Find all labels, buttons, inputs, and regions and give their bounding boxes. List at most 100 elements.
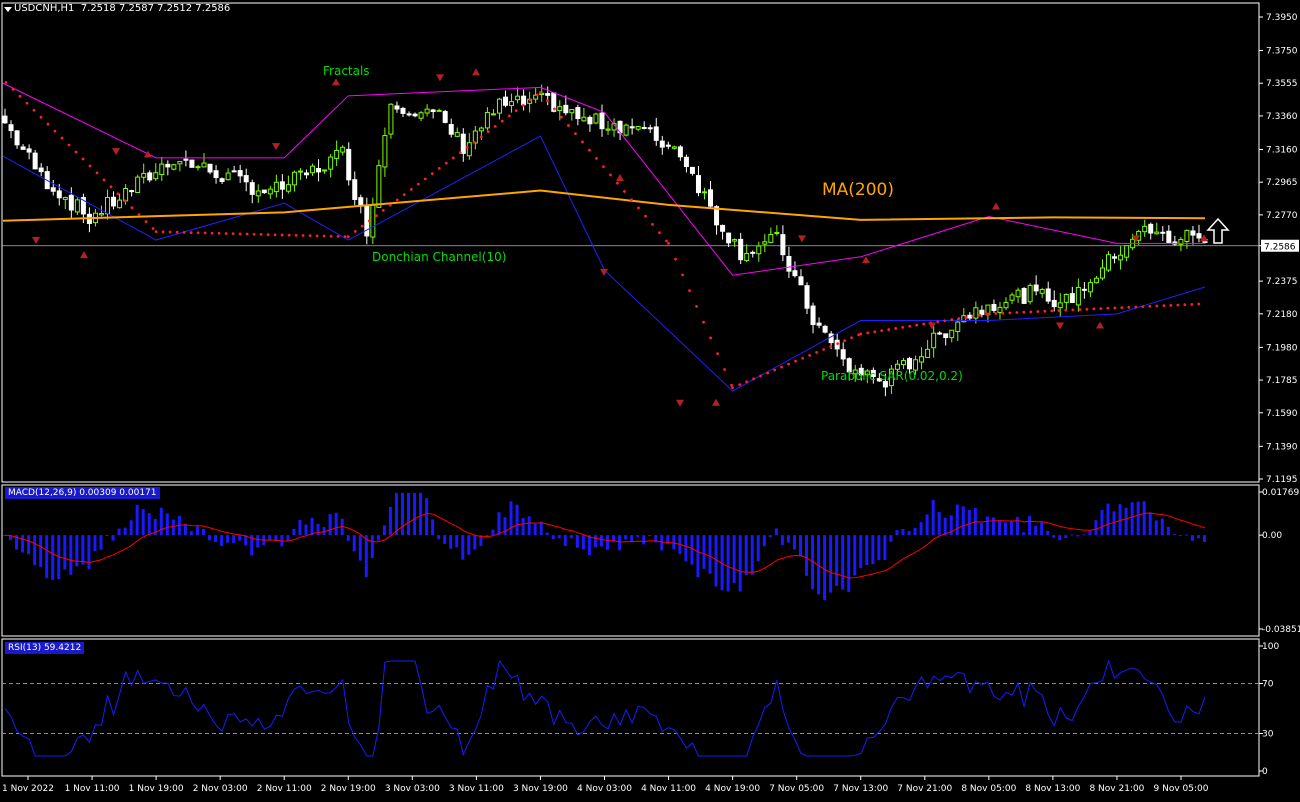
price-tick-label: 7.2770 [1266, 211, 1298, 221]
macd-bar [1028, 516, 1032, 536]
sar-dot [458, 151, 462, 155]
sar-dot [894, 327, 898, 330]
donchian-annotation: Donchian Channel(10) [372, 250, 506, 264]
macd-bar [967, 509, 971, 536]
sar-dot [1022, 310, 1026, 314]
sar-dot [11, 87, 15, 91]
sar-dot [367, 219, 371, 223]
sar-dot [880, 329, 884, 333]
macd-bar [27, 535, 31, 555]
sar-dot [674, 257, 677, 261]
macd-bar [925, 514, 929, 536]
candle-body [900, 360, 906, 366]
macd-bar [238, 535, 242, 541]
macd-bar [527, 516, 531, 536]
macd-bar [901, 528, 905, 536]
candle-body [931, 332, 937, 349]
candle-body [159, 163, 165, 176]
candle-body [171, 164, 177, 170]
rsi-pane-frame [1, 638, 1260, 777]
sar-dot [507, 114, 511, 118]
price-tick-label: 7.1390 [1266, 442, 1298, 452]
sar-dot [493, 124, 497, 128]
sar-dot [716, 352, 719, 356]
sar-dot [595, 157, 598, 160]
sar-dot [353, 230, 357, 233]
candle-body [1051, 299, 1057, 308]
sar-dot [1169, 303, 1173, 307]
time-tick-label: 2 Nov 03:00 [193, 784, 248, 794]
macd-bar [208, 535, 212, 541]
sar-dot [752, 377, 756, 381]
candle-body [8, 124, 14, 132]
sar-dot [794, 359, 798, 363]
macd-bar [768, 535, 772, 538]
sar-dot [144, 220, 148, 223]
donchian-lower-line [2, 135, 1206, 392]
sar-dot [780, 365, 784, 369]
time-tick-label: 4 Nov 19:00 [705, 784, 760, 794]
macd-bar [853, 535, 857, 576]
sar-dot [731, 386, 735, 390]
symbol-label: USDCNH,H1 [14, 3, 75, 14]
sar-dot [416, 182, 420, 186]
chart-canvas[interactable]: 7.3950 7.3750 7.3555 7.3360 7.3160 7.2965 7.27… [0, 0, 1300, 798]
macd-bar [1142, 501, 1146, 536]
candle-body [792, 270, 798, 277]
macd-bar [515, 504, 519, 536]
sar-dot [759, 374, 763, 378]
sar-dot [161, 230, 165, 234]
candle-body [840, 349, 846, 360]
candle-body [695, 175, 701, 194]
candle-body [665, 144, 671, 147]
sar-dot [808, 353, 812, 357]
candle-body [515, 95, 521, 101]
macd-bar [63, 535, 67, 570]
rsi-tick-label: 100 [1262, 642, 1279, 652]
sar-dot [1162, 304, 1166, 308]
sar-dot [137, 213, 141, 217]
sar-dot [866, 331, 870, 335]
macd-bar [847, 535, 851, 593]
macd-bar [316, 523, 320, 536]
sar-dot [521, 103, 525, 107]
candle-body [1142, 225, 1148, 233]
macd-bar [581, 535, 585, 550]
sar-dot [957, 317, 961, 320]
candle-body [822, 325, 828, 333]
macd-bar [165, 513, 169, 536]
sar-dot [1029, 310, 1033, 314]
ohlc-values: 7.2518 7.2587 7.2512 7.2586 [80, 3, 231, 14]
sar-dot [922, 322, 926, 326]
candle-body [1148, 223, 1154, 234]
candle-body [575, 107, 581, 120]
fractal-arrow [144, 150, 152, 158]
fractals-annotation: Fractals [323, 64, 370, 78]
sar-dot [1148, 304, 1152, 308]
macd-bar [268, 535, 272, 541]
macd-bar [1124, 507, 1128, 536]
macd-bar [865, 535, 869, 566]
chart-window[interactable]: 7.3950 7.3750 7.3555 7.3360 7.3160 7.2965 7.27… [0, 0, 1300, 798]
time-tick-label: 9 Nov 05:00 [1154, 784, 1209, 794]
candle-body [1106, 254, 1112, 271]
candle-body [141, 172, 147, 178]
sar-dot [546, 99, 549, 103]
macd-bar [1082, 534, 1086, 536]
macd-bar [696, 535, 700, 578]
time-tick-label: 3 Nov 11:00 [449, 784, 504, 794]
symbol-menu-triangle-icon[interactable] [4, 7, 12, 12]
sar-dot [602, 165, 605, 169]
candle-body [828, 333, 834, 344]
candle-body [297, 170, 303, 173]
sar-dot [151, 227, 155, 230]
candle-body [635, 126, 641, 130]
sar-dot [500, 119, 504, 123]
sar-dot [644, 214, 647, 218]
macd-bar [51, 535, 55, 580]
candle-body [581, 116, 587, 122]
macd-bar [780, 535, 784, 545]
sar-dot [1015, 311, 1019, 314]
candle-body [123, 188, 129, 202]
candle-body [165, 163, 171, 168]
